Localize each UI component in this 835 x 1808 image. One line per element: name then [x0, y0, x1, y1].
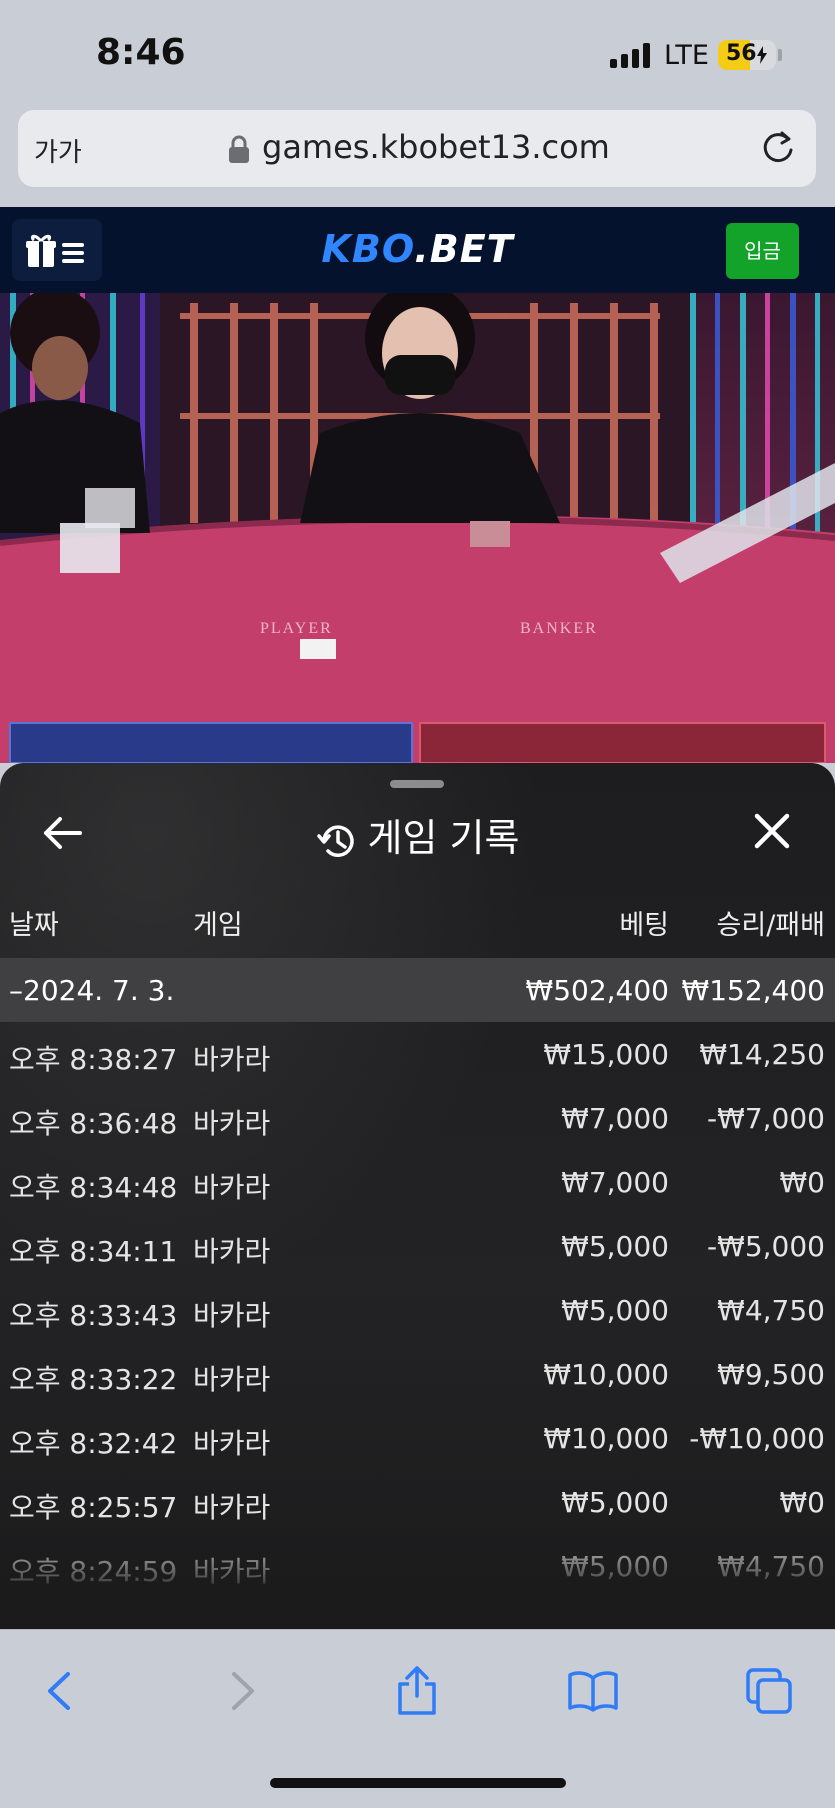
text-size-button[interactable]: 가가 [34, 132, 82, 169]
sheet-title-text: 게임 기록 [367, 816, 520, 860]
row-time: 오후 8:36:48 [9, 1107, 178, 1140]
row-bet: ₩10,000 [543, 1422, 669, 1455]
history-row[interactable]: 오후 8:33:43 바카라 ₩5,000 ₩4,750 [0, 1278, 835, 1342]
status-time: 8:46 [96, 32, 186, 73]
row-time: 오후 8:34:48 [9, 1171, 178, 1204]
row-win-loss: -₩10,000 [689, 1422, 825, 1455]
home-indicator[interactable] [270, 1778, 566, 1788]
url-text[interactable]: games.kbobet13.com [262, 128, 610, 166]
battery-tip [778, 49, 782, 61]
row-bet: ₩5,000 [561, 1294, 669, 1327]
sheet-grabber[interactable] [390, 780, 444, 788]
live-dealer-video[interactable]: PLAYER BANKER [0, 293, 835, 763]
row-win-loss: ₩0 [779, 1166, 826, 1199]
row-game: 바카라 [193, 1299, 271, 1332]
charging-bolt-icon [757, 46, 767, 64]
history-row[interactable]: 오후 8:25:57 바카라 ₩5,000 ₩0 [0, 1470, 835, 1534]
column-header-win-loss[interactable]: 승리/패배 [717, 903, 825, 942]
history-row[interactable]: 오후 8:34:48 바카라 ₩7,000 ₩0 [0, 1150, 835, 1214]
status-bar: 8:46 LTE 56 [0, 0, 835, 108]
browser-toolbar [0, 1629, 835, 1808]
deposit-button[interactable]: 입금 [726, 223, 799, 279]
row-time: 오후 8:32:42 [9, 1427, 178, 1460]
row-win-loss: ₩4,750 [717, 1294, 825, 1327]
dealer-scene-image: PLAYER BANKER [0, 293, 835, 763]
reload-icon[interactable] [758, 128, 798, 168]
history-row[interactable]: 오후 8:34:11 바카라 ₩5,000 -₩5,000 [0, 1214, 835, 1278]
row-time: 오후 8:33:22 [9, 1363, 178, 1396]
column-header-date[interactable]: 날짜 [9, 903, 59, 942]
battery-level: 56 [726, 41, 757, 66]
game-history-sheet: 게임 기록 날짜 게임 베팅 승리/패배 –2024. 7. 3. ₩502,4… [0, 763, 835, 1629]
sheet-title: 게임 기록 [0, 807, 835, 862]
row-bet: ₩5,000 [561, 1230, 669, 1263]
row-bet: ₩15,000 [543, 1038, 669, 1071]
bookmarks-icon[interactable] [568, 1666, 618, 1716]
close-icon[interactable] [752, 811, 792, 851]
history-row[interactable]: 오후 8:32:42 바카라 ₩10,000 -₩10,000 [0, 1406, 835, 1470]
site-header: KBO.BET 입금 [0, 207, 835, 293]
history-icon [316, 824, 354, 857]
forward-icon[interactable] [216, 1666, 266, 1716]
row-game: 바카라 [193, 1107, 271, 1140]
share-icon[interactable] [392, 1666, 442, 1716]
row-bet: ₩5,000 [561, 1486, 669, 1519]
row-game: 바카라 [193, 1363, 271, 1396]
history-row[interactable]: 오후 8:36:48 바카라 ₩7,000 -₩7,000 [0, 1086, 835, 1150]
date-group-row[interactable]: –2024. 7. 3. ₩502,400 ₩152,400 [0, 958, 835, 1022]
row-game: 바카라 [193, 1491, 271, 1524]
back-icon[interactable] [36, 1666, 86, 1716]
group-date: –2024. 7. 3. [9, 974, 175, 1007]
row-time: 오후 8:25:57 [9, 1491, 178, 1524]
banker-table-label: BANKER [520, 620, 598, 637]
row-time: 오후 8:33:43 [9, 1299, 178, 1332]
row-game: 바카라 [193, 1171, 271, 1204]
row-bet: ₩7,000 [561, 1166, 669, 1199]
row-game: 바카라 [193, 1043, 271, 1076]
row-win-loss: -₩5,000 [707, 1230, 825, 1263]
tabs-icon[interactable] [744, 1666, 794, 1716]
row-win-loss: -₩7,000 [707, 1102, 825, 1135]
column-header-bet[interactable]: 베팅 [619, 903, 669, 942]
row-game: 바카라 [193, 1427, 271, 1460]
row-game: 바카라 [193, 1235, 271, 1268]
history-row[interactable]: 오후 8:33:22 바카라 ₩10,000 ₩9,500 [0, 1342, 835, 1406]
network-type: LTE [664, 40, 709, 71]
group-bet-total: ₩502,400 [525, 974, 669, 1007]
address-bar[interactable]: 가가 games.kbobet13.com [18, 110, 816, 187]
player-table-label: PLAYER [260, 620, 333, 637]
row-win-loss: ₩9,500 [717, 1358, 825, 1391]
row-time: 오후 8:38:27 [9, 1043, 178, 1076]
row-bet: ₩7,000 [561, 1102, 669, 1135]
column-header-game[interactable]: 게임 [193, 903, 243, 942]
site-logo[interactable]: KBO.BET [0, 227, 835, 271]
battery-icon: 56 [718, 40, 776, 70]
lock-icon [229, 135, 249, 163]
scroll-fade [0, 1527, 835, 1629]
cellular-signal-icon [610, 42, 650, 68]
row-time: 오후 8:34:11 [9, 1235, 178, 1268]
row-win-loss: ₩0 [779, 1486, 826, 1519]
row-win-loss: ₩14,250 [699, 1038, 825, 1071]
group-win-loss-total: ₩152,400 [681, 974, 825, 1007]
history-row[interactable]: 오후 8:38:27 바카라 ₩15,000 ₩14,250 [0, 1022, 835, 1086]
row-bet: ₩10,000 [543, 1358, 669, 1391]
